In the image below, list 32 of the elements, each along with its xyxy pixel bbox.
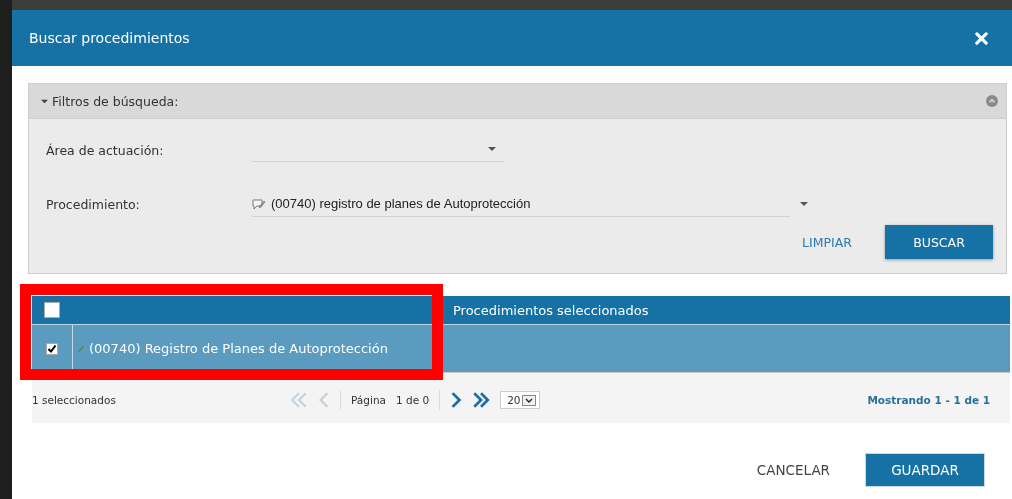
dialog-title: Buscar procedimientos xyxy=(29,30,191,46)
note-icon xyxy=(252,197,266,210)
selection-count: 1 seleccionados xyxy=(32,394,117,406)
first-page-icon[interactable] xyxy=(290,392,308,408)
pencil-icon[interactable] xyxy=(77,344,85,353)
save-button[interactable]: GUARDAR xyxy=(865,453,985,487)
clear-link[interactable]: LIMPIAR xyxy=(802,230,852,254)
row-checkbox[interactable] xyxy=(46,342,58,355)
results-summary: Mostrando 1 - 1 de 1 xyxy=(867,394,990,406)
collapse-icon[interactable] xyxy=(986,95,998,107)
dropdown-arrow-icon xyxy=(521,394,536,406)
caret-down-icon xyxy=(488,147,496,152)
page-size-select[interactable]: 20 xyxy=(500,391,540,409)
column-header: Procedimientos seleccionados xyxy=(452,302,650,318)
last-page-icon[interactable] xyxy=(472,392,491,408)
page-label: Página xyxy=(351,394,386,406)
next-page-icon[interactable] xyxy=(450,392,463,408)
table-cell: (00740) Registro de Planes de Autoprotección xyxy=(89,341,388,356)
previous-page-icon[interactable] xyxy=(318,392,330,408)
search-button[interactable]: BUSCAR xyxy=(885,225,993,259)
checkmark-icon xyxy=(47,343,57,354)
panel-title: Filtros de búsqueda: xyxy=(52,93,179,109)
field-label: Procedimiento: xyxy=(46,196,141,212)
select-field[interactable]: (00740) registro de planes de Autoprotección xyxy=(252,191,790,217)
caret-down-icon[interactable] xyxy=(800,201,808,207)
field-value: (00740) registro de planes de Autoprotección xyxy=(271,196,531,211)
select-all-checkbox[interactable] xyxy=(44,302,60,318)
field-label: Área de actuación: xyxy=(46,142,165,158)
filter-panel-header[interactable]: Filtros de búsqueda: xyxy=(29,84,1006,119)
cancel-link[interactable]: CANCELAR xyxy=(756,458,830,482)
close-icon[interactable] xyxy=(975,31,988,45)
page-indicator: 1 de 0 xyxy=(395,394,430,406)
